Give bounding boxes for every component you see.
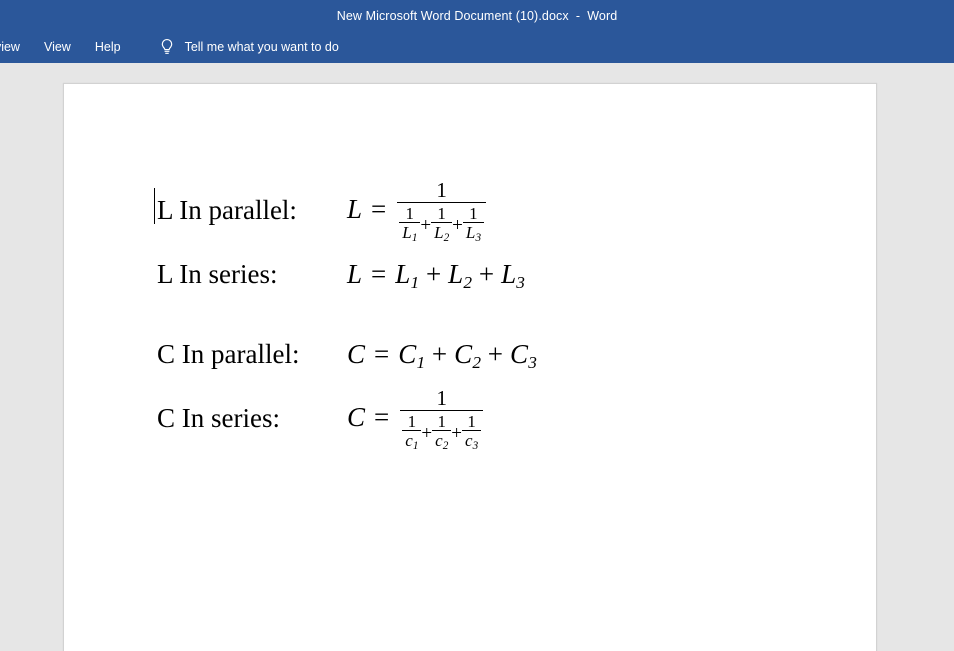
lhs-symbol: L xyxy=(347,258,363,289)
formula-label-l-parallel: L In parallel: xyxy=(157,194,297,225)
term-variable: L xyxy=(465,222,476,242)
formula-line-l-parallel[interactable]: L In parallel: L = 1 1 L1 + 1 L2 + 1 L3 xyxy=(154,174,856,246)
formula-l-series: L = L1 + L2 + L3 xyxy=(347,258,525,291)
ribbon-tab-strip: eview View Help Tell me what you want to… xyxy=(0,31,954,63)
plus-sign: + xyxy=(487,338,504,369)
formula-line-c-parallel[interactable]: C In parallel: C = C1 + C2 + C3 xyxy=(157,326,856,382)
term-numerator: 1 xyxy=(407,411,417,431)
formula-c-series: C = 1 1 c1 + 1 c2 + 1 c3 xyxy=(347,385,484,453)
term-denominator: c3 xyxy=(462,429,482,453)
tell-me-label: Tell me what you want to do xyxy=(184,40,339,54)
term-numerator: 1 xyxy=(469,203,478,223)
tab-view[interactable]: View xyxy=(32,31,83,63)
term-subscript: 2 xyxy=(472,352,481,372)
reciprocal-fraction: 1 1 c1 + 1 c2 + 1 c3 xyxy=(400,385,484,453)
term-variable: C xyxy=(510,338,529,369)
lhs-symbol: C xyxy=(347,402,366,433)
lhs-symbol: L xyxy=(347,194,363,225)
term-denominator: L3 xyxy=(462,221,484,245)
equals-sign: = xyxy=(374,402,390,433)
formula-label-l-series: L In series: xyxy=(157,258,278,289)
formula-label-c-parallel: C In parallel: xyxy=(157,338,300,369)
plus-sign: + xyxy=(452,214,463,236)
term-subscript: 3 xyxy=(516,272,525,292)
term-subscript: 3 xyxy=(475,232,482,245)
tab-review[interactable]: eview xyxy=(0,31,32,63)
equals-sign: = xyxy=(371,194,387,225)
sum-term-2: C2 xyxy=(454,338,481,371)
term-numerator: 1 xyxy=(437,411,446,431)
term-subscript: 1 xyxy=(412,440,419,453)
term-variable: C xyxy=(398,338,417,369)
term-variable: c xyxy=(435,430,443,450)
document-page[interactable]: L In parallel: L = 1 1 L1 + 1 L2 + 1 L3 … xyxy=(63,83,877,651)
tab-help[interactable]: Help xyxy=(83,31,133,63)
term-subscript: 2 xyxy=(442,440,449,453)
denominator-term-2: 1 L2 xyxy=(431,203,453,245)
title-bar: New Microsoft Word Document (10).docx - … xyxy=(0,0,954,31)
term-variable: L xyxy=(501,258,517,289)
sum-term-2: L2 xyxy=(448,258,472,291)
equals-sign: = xyxy=(371,258,387,289)
document-text-area[interactable]: L In parallel: L = 1 1 L1 + 1 L2 + 1 L3 … xyxy=(154,174,856,454)
term-numerator: 1 xyxy=(437,203,446,223)
term-subscript: 1 xyxy=(410,272,420,292)
term-denominator: L2 xyxy=(431,221,453,245)
formula-l-parallel: L = 1 1 L1 + 1 L2 + 1 L3 xyxy=(347,177,486,245)
term-numerator: 1 xyxy=(467,411,476,431)
term-subscript: 1 xyxy=(411,232,418,245)
formula-c-parallel: C = C1 + C2 + C3 xyxy=(347,338,537,371)
plus-sign: + xyxy=(420,214,432,236)
word-application-window: New Microsoft Word Document (10).docx - … xyxy=(0,0,954,651)
term-subscript: 3 xyxy=(472,440,479,453)
plus-sign: + xyxy=(478,258,495,289)
fraction-numerator: 1 xyxy=(436,385,447,410)
sum-term-3: L3 xyxy=(501,258,525,291)
term-variable: L xyxy=(448,258,464,289)
term-variable: c xyxy=(465,430,473,450)
sum-term-3: C3 xyxy=(510,338,537,371)
fraction-denominator: 1 L1 + 1 L2 + 1 L3 xyxy=(397,201,486,245)
formula-label-c-series: C In series: xyxy=(157,402,280,433)
reciprocal-fraction: 1 1 L1 + 1 L2 + 1 L3 xyxy=(397,177,486,245)
term-variable: c xyxy=(405,430,413,450)
plus-sign: + xyxy=(425,258,442,289)
term-numerator: 1 xyxy=(405,203,415,223)
equals-sign: = xyxy=(374,338,390,369)
term-variable: L xyxy=(434,222,444,242)
lightbulb-icon xyxy=(161,39,172,54)
plus-sign: + xyxy=(451,422,462,444)
term-subscript: 3 xyxy=(528,352,537,372)
term-subscript: 1 xyxy=(416,352,426,372)
term-variable: C xyxy=(454,338,473,369)
term-denominator: c1 xyxy=(402,429,422,453)
formula-line-l-series[interactable]: L In series: L = L1 + L2 + L3 xyxy=(157,246,856,302)
term-denominator: c2 xyxy=(432,429,452,453)
denominator-term-1: 1 L1 xyxy=(399,203,421,245)
text-caret xyxy=(154,188,155,224)
denominator-term-2: 1 c2 xyxy=(432,411,452,453)
formula-line-c-series[interactable]: C In series: C = 1 1 c1 + 1 c2 + 1 c3 xyxy=(157,382,856,454)
term-denominator: L1 xyxy=(399,221,421,245)
fraction-denominator: 1 c1 + 1 c2 + 1 c3 xyxy=(400,409,484,453)
term-subscript: 2 xyxy=(463,272,473,292)
window-title: New Microsoft Word Document (10).docx - … xyxy=(336,8,618,23)
denominator-term-3: 1 c3 xyxy=(462,411,482,453)
denominator-term-1: 1 c1 xyxy=(402,411,422,453)
plus-sign: + xyxy=(431,338,448,369)
plus-sign: + xyxy=(421,422,433,444)
term-variable: L xyxy=(395,258,411,289)
sum-term-1: C1 xyxy=(398,338,425,371)
lhs-symbol: C xyxy=(347,338,366,369)
tell-me-box[interactable]: Tell me what you want to do xyxy=(158,31,339,63)
term-subscript: 2 xyxy=(443,232,450,245)
fraction-numerator: 1 xyxy=(436,177,447,202)
sum-term-1: L1 xyxy=(395,258,419,291)
term-variable: L xyxy=(402,222,412,242)
denominator-term-3: 1 L3 xyxy=(462,203,484,245)
document-workspace: L In parallel: L = 1 1 L1 + 1 L2 + 1 L3 … xyxy=(0,63,954,651)
